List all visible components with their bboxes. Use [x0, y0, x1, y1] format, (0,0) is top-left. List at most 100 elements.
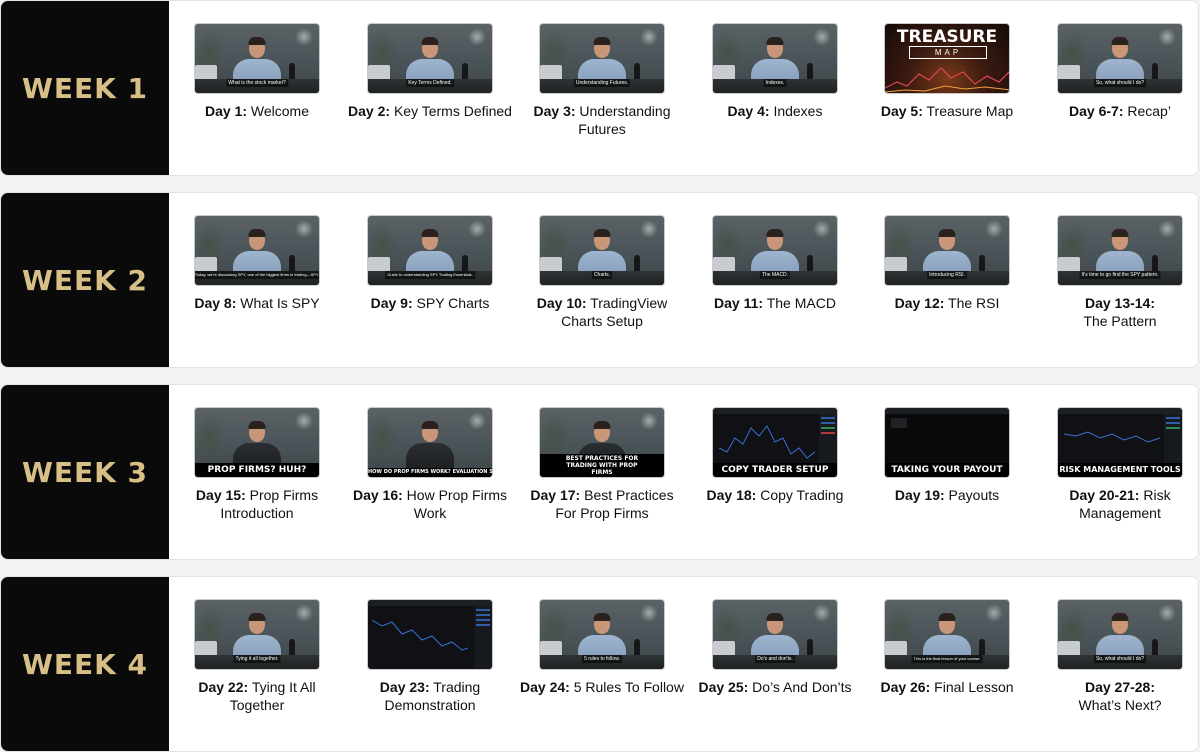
video-thumbnail[interactable]: What is the stock market?	[194, 23, 320, 94]
lesson-caption[interactable]: Day 16: How Prop Firms Work	[348, 487, 512, 522]
lesson-card[interactable]: Tying it all together. Day 22: Tying It …	[171, 577, 343, 751]
week-row-1: WEEK 1 What is the stock market? Day 1: …	[0, 0, 1199, 176]
lesson-card[interactable]: Key Terms Defined. Day 2: Key Terms Defi…	[344, 1, 516, 175]
lesson-card[interactable]: PROP FIRMS? HUH? Day 15: Prop Firms Intr…	[171, 385, 343, 559]
lesson-card[interactable]: Introducing RSI. Day 12: The RSI	[861, 193, 1033, 367]
lesson-card[interactable]: 5 rules to follow. Day 24: 5 Rules To Fo…	[516, 577, 688, 751]
lesson-day: Day 3:	[533, 103, 576, 119]
lesson-caption[interactable]: Day 11: The MACD	[693, 295, 857, 313]
lesson-card[interactable]: So, what should I do? Day 6-7: Recap’	[1034, 1, 1198, 175]
lesson-card[interactable]: COPY TRADER SETUP Day 18: Copy Trading	[689, 385, 861, 559]
lesson-caption[interactable]: Day 12: The RSI	[865, 295, 1029, 313]
week-label: WEEK 4	[21, 647, 149, 681]
lesson-card[interactable]: Understanding Futures. Day 3: Understand…	[516, 1, 688, 175]
video-subtitle: Key Terms Defined.	[406, 79, 454, 87]
lesson-caption[interactable]: Day 25: Do’s And Don’ts	[693, 679, 857, 697]
video-thumbnail[interactable]: Key Terms Defined.	[367, 23, 493, 94]
thumbnail-banner: RISK MANAGEMENT TOOLS	[1058, 463, 1182, 477]
lesson-card[interactable]: So, what should I do? Day 27-28: What’s N…	[1034, 577, 1198, 751]
week-label: WEEK 1	[21, 71, 149, 105]
video-thumbnail[interactable]: COPY TRADER SETUP	[712, 407, 838, 478]
lesson-title: Understanding Futures	[578, 103, 671, 137]
lesson-card[interactable]: BEST PRACTICES FOR TRADING WITH PROP FIR…	[516, 385, 688, 559]
lesson-card[interactable]: Guide to understanding SPY Trading Essen…	[344, 193, 516, 367]
lesson-caption[interactable]: Day 26: Final Lesson	[865, 679, 1029, 697]
video-thumbnail[interactable]: 5 rules to follow.	[539, 599, 665, 670]
video-thumbnail[interactable]: HOW DO PROP FIRMS WORK? EVALUATION STAGE	[367, 407, 493, 478]
video-thumbnail[interactable]: PROP FIRMS? HUH?	[194, 407, 320, 478]
lesson-title: Final Lesson	[934, 679, 1014, 695]
lesson-caption[interactable]: Day 5: Treasure Map	[865, 103, 1029, 121]
lesson-card[interactable]: Today, we're discussing SPY, one of the …	[171, 193, 343, 367]
lesson-title: Recap’	[1127, 103, 1171, 119]
week-label-panel: WEEK 3	[1, 385, 169, 559]
lesson-card[interactable]: HOW DO PROP FIRMS WORK? EVALUATION STAGE…	[344, 385, 516, 559]
video-thumbnail[interactable]: This is the final lesson of your course.	[884, 599, 1010, 670]
video-thumbnail[interactable]: Tying it all together.	[194, 599, 320, 670]
video-thumbnail[interactable]: Introducing RSI.	[884, 215, 1010, 286]
lesson-caption[interactable]: Day 9: SPY Charts	[348, 295, 512, 313]
lesson-caption[interactable]: Day 1: Welcome	[175, 103, 339, 121]
video-thumbnail[interactable]: Do's and don'ts.	[712, 599, 838, 670]
lesson-card[interactable]: What is the stock market? Day 1: Welcome	[171, 1, 343, 175]
lesson-caption[interactable]: Day 22: Tying It All Together	[175, 679, 339, 714]
lesson-title: Do’s And Don’ts	[752, 679, 852, 695]
video-thumbnail[interactable]: It's time to go find the SPY pattern.	[1057, 215, 1183, 286]
lesson-caption[interactable]: Day 20-21: Risk Management	[1038, 487, 1198, 522]
lesson-caption[interactable]: Day 8: What Is SPY	[175, 295, 339, 313]
lesson-card[interactable]: TREASURE MAP Day 5: Treasure Map	[861, 1, 1033, 175]
lesson-day: Day 25:	[698, 679, 749, 695]
lesson-caption[interactable]: Day 19: Payouts	[865, 487, 1029, 505]
video-thumbnail[interactable]: TAKING YOUR PAYOUT	[884, 407, 1010, 478]
video-thumbnail[interactable]: So, what should I do?	[1057, 23, 1183, 94]
video-thumbnail[interactable]: Understanding Futures.	[539, 23, 665, 94]
lesson-caption[interactable]: Day 18: Copy Trading	[693, 487, 857, 505]
video-thumbnail[interactable]: Guide to understanding SPY Trading Essen…	[367, 215, 493, 286]
thumbnail-banner: HOW DO PROP FIRMS WORK? EVALUATION STAGE	[368, 468, 492, 477]
lesson-caption[interactable]: Day 2: Key Terms Defined	[348, 103, 512, 121]
lesson-day: Day 8:	[194, 295, 237, 311]
lesson-caption[interactable]: Day 13-14: The Pattern	[1038, 295, 1198, 330]
lesson-day: Day 18:	[706, 487, 757, 503]
video-thumbnail[interactable]: BEST PRACTICES FOR TRADING WITH PROP FIR…	[539, 407, 665, 478]
video-subtitle: So, what should I do?	[1093, 79, 1147, 87]
lesson-caption[interactable]: Day 15: Prop Firms Introduction	[175, 487, 339, 522]
video-thumbnail[interactable]: TREASURE MAP	[884, 23, 1010, 94]
lesson-card[interactable]: TAKING YOUR PAYOUT Day 19: Payouts	[861, 385, 1033, 559]
video-thumbnail[interactable]: The MACD.	[712, 215, 838, 286]
lesson-card[interactable]: Indexes. Day 4: Indexes	[689, 1, 861, 175]
lesson-card[interactable]: It's time to go find the SPY pattern. Da…	[1034, 193, 1198, 367]
lesson-caption[interactable]: Day 3: Understanding Futures	[520, 103, 684, 138]
video-thumbnail[interactable]: So, what should I do?	[1057, 599, 1183, 670]
lesson-day: Day 26:	[880, 679, 931, 695]
lesson-caption[interactable]: Day 6-7: Recap’	[1038, 103, 1198, 121]
lesson-caption[interactable]: Day 4: Indexes	[693, 103, 857, 121]
lesson-caption[interactable]: Day 27-28: What’s Next?	[1038, 679, 1198, 714]
video-thumbnail[interactable]: Indexes.	[712, 23, 838, 94]
lesson-caption[interactable]: Day 24: 5 Rules To Follow	[520, 679, 684, 697]
lesson-card[interactable]: The MACD. Day 11: The MACD	[689, 193, 861, 367]
lesson-card[interactable]: Do's and don'ts. Day 25: Do’s And Don’ts	[689, 577, 861, 751]
lesson-day: Day 5:	[880, 103, 923, 119]
lesson-card[interactable]: This is the final lesson of your course.…	[861, 577, 1033, 751]
thumbnail-banner: TAKING YOUR PAYOUT	[885, 463, 1009, 477]
video-thumbnail[interactable]	[367, 599, 493, 670]
lesson-title: Copy Trading	[760, 487, 844, 503]
video-thumbnail[interactable]: Charts.	[539, 215, 665, 286]
lesson-caption[interactable]: Day 17: Best Practices For Prop Firms	[520, 487, 684, 522]
week-row-3: WEEK 3 PROP FIRMS? HUH? Day 15: Prop Fir…	[0, 384, 1199, 560]
lesson-list: PROP FIRMS? HUH? Day 15: Prop Firms Intr…	[169, 385, 1198, 559]
video-thumbnail[interactable]: Today, we're discussing SPY, one of the …	[194, 215, 320, 286]
week-label-panel: WEEK 2	[1, 193, 169, 367]
lesson-card[interactable]: RISK MANAGEMENT TOOLS Day 20-21: Risk Ma…	[1034, 385, 1198, 559]
lesson-title: The Pattern	[1083, 312, 1157, 329]
lesson-card[interactable]: Day 23: Trading Demonstration	[344, 577, 516, 751]
lesson-card[interactable]: Charts. Day 10: TradingView Charts Setup	[516, 193, 688, 367]
lesson-day: Day 22:	[198, 679, 249, 695]
lesson-caption[interactable]: Day 23: Trading Demonstration	[348, 679, 512, 714]
video-subtitle: 5 rules to follow.	[582, 655, 622, 663]
video-thumbnail[interactable]: RISK MANAGEMENT TOOLS	[1057, 407, 1183, 478]
lesson-caption[interactable]: Day 10: TradingView Charts Setup	[520, 295, 684, 330]
chart-line-graphic	[885, 67, 1009, 93]
week-label-panel: WEEK 1	[1, 1, 169, 175]
